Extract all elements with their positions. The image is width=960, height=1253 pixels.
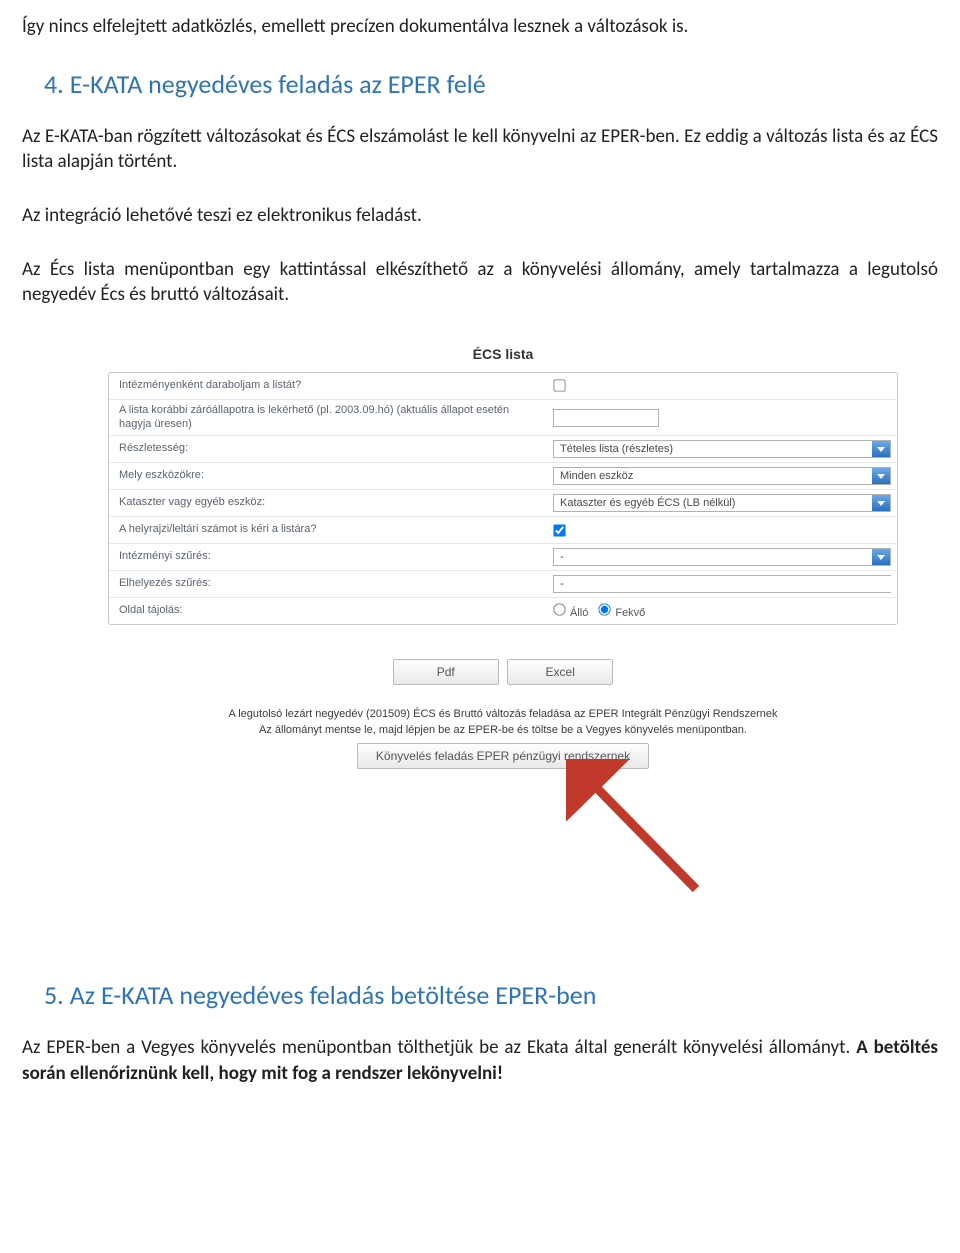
label-institution-filter: Intézményi szűrés: (109, 546, 547, 568)
pdf-button[interactable]: Pdf (393, 659, 499, 685)
label-location-filter: Elhelyezés szűrés: (109, 573, 547, 595)
radio-landscape[interactable] (599, 604, 611, 616)
checkbox-split-by-institution[interactable] (553, 380, 565, 392)
label-split-by-institution: Intézményenként daraboljam a listát? (109, 375, 547, 397)
screenshot-footer: Pdf Excel A legutolsó lezárt negyedév (2… (108, 659, 898, 769)
section-5-p1: Az EPER-ben a Vegyes könyvelés menüpontb… (22, 1035, 938, 1086)
row-cadastre-or-other: Kataszter vagy egyéb eszköz: Kataszter é… (109, 490, 897, 517)
chevron-down-icon (872, 495, 890, 511)
select-location-filter-value: - (554, 576, 891, 592)
section-5-heading: 5.Az E-KATA negyedéves feladás betöltése… (44, 979, 938, 1011)
arrow-icon (566, 759, 746, 919)
select-detail-level-value: Tételes lista (részletes) (554, 441, 872, 457)
ecs-lista-screenshot: ÉCS lista Intézményenként daraboljam a l… (108, 346, 898, 899)
chevron-down-icon (872, 549, 890, 565)
row-which-assets: Mely eszközökre: Minden eszköz (109, 463, 897, 490)
label-which-assets: Mely eszközökre: (109, 465, 547, 487)
radio-landscape-text: Fekvő (615, 607, 645, 619)
section-4-title: E-KATA negyedéves feladás az EPER felé (70, 68, 486, 100)
section-4-heading: 4.E-KATA negyedéves feladás az EPER felé (44, 68, 938, 100)
section-5-title: Az E-KATA negyedéves feladás betöltése E… (70, 979, 597, 1011)
row-split-by-institution: Intézményenként daraboljam a listát? (109, 373, 897, 400)
section-4-p3: Az Écs lista menüpontban egy kattintássa… (22, 257, 938, 308)
select-location-filter[interactable]: - (553, 575, 891, 593)
label-inventory-number: A helyrajzi/leltári számot is kéri a lis… (109, 519, 547, 541)
annotation-arrow-wrap (108, 769, 898, 899)
eper-note-line1: A legutolsó lezárt negyedév (201509) ÉCS… (228, 708, 777, 720)
eper-note: A legutolsó lezárt negyedév (201509) ÉCS… (108, 707, 898, 739)
select-cadastre-or-other[interactable]: Kataszter és egyéb ÉCS (LB nélkül) (553, 494, 891, 512)
radio-landscape-label[interactable]: Fekvő (598, 603, 645, 619)
row-detail-level: Részletesség: Tételes lista (részletes) (109, 436, 897, 463)
radio-portrait-text: Álló (570, 607, 588, 619)
ecs-form-panel: Intézményenként daraboljam a listát? A l… (108, 372, 898, 626)
intro-paragraph: Így nincs elfelejtett adatközlés, emelle… (22, 14, 938, 40)
chevron-down-icon (872, 468, 890, 484)
row-page-orientation: Oldal tájolás: Álló Fekvő (109, 598, 897, 624)
radio-portrait[interactable] (553, 604, 565, 616)
section-5-number: 5. (44, 979, 64, 1011)
row-inventory-number: A helyrajzi/leltári számot is kéri a lis… (109, 517, 897, 544)
section-4-p1: Az E-KATA-ban rögzített változásokat és … (22, 124, 938, 175)
select-cadastre-or-other-value: Kataszter és egyéb ÉCS (LB nélkül) (554, 495, 872, 511)
section-4-number: 4. (44, 68, 64, 100)
label-page-orientation: Oldal tájolás: (109, 600, 547, 622)
input-earlier-close-state[interactable] (553, 409, 659, 427)
section-5-p1-prefix: Az EPER-ben a Vegyes könyvelés menüpontb… (22, 1036, 856, 1059)
select-institution-filter-value: - (554, 549, 872, 565)
screenshot-title: ÉCS lista (108, 346, 898, 362)
checkbox-inventory-number[interactable] (553, 524, 565, 536)
label-earlier-close-state: A lista korábbi záróállapotra is lekérhe… (109, 400, 547, 436)
row-location-filter: Elhelyezés szűrés: - (109, 571, 897, 598)
select-institution-filter[interactable]: - (553, 548, 891, 566)
row-earlier-close-state: A lista korábbi záróállapotra is lekérhe… (109, 400, 897, 437)
eper-note-line2: Az állományt mentse le, majd lépjen be a… (259, 724, 747, 736)
section-4-p2: Az integráció lehetővé teszi ez elektron… (22, 203, 938, 229)
label-detail-level: Részletesség: (109, 438, 547, 460)
radio-portrait-label[interactable]: Álló (553, 603, 588, 619)
row-institution-filter: Intézményi szűrés: - (109, 544, 897, 571)
select-which-assets[interactable]: Minden eszköz (553, 467, 891, 485)
label-cadastre-or-other: Kataszter vagy egyéb eszköz: (109, 492, 547, 514)
chevron-down-icon (872, 441, 890, 457)
excel-button[interactable]: Excel (507, 659, 613, 685)
select-detail-level[interactable]: Tételes lista (részletes) (553, 440, 891, 458)
select-which-assets-value: Minden eszköz (554, 468, 872, 484)
